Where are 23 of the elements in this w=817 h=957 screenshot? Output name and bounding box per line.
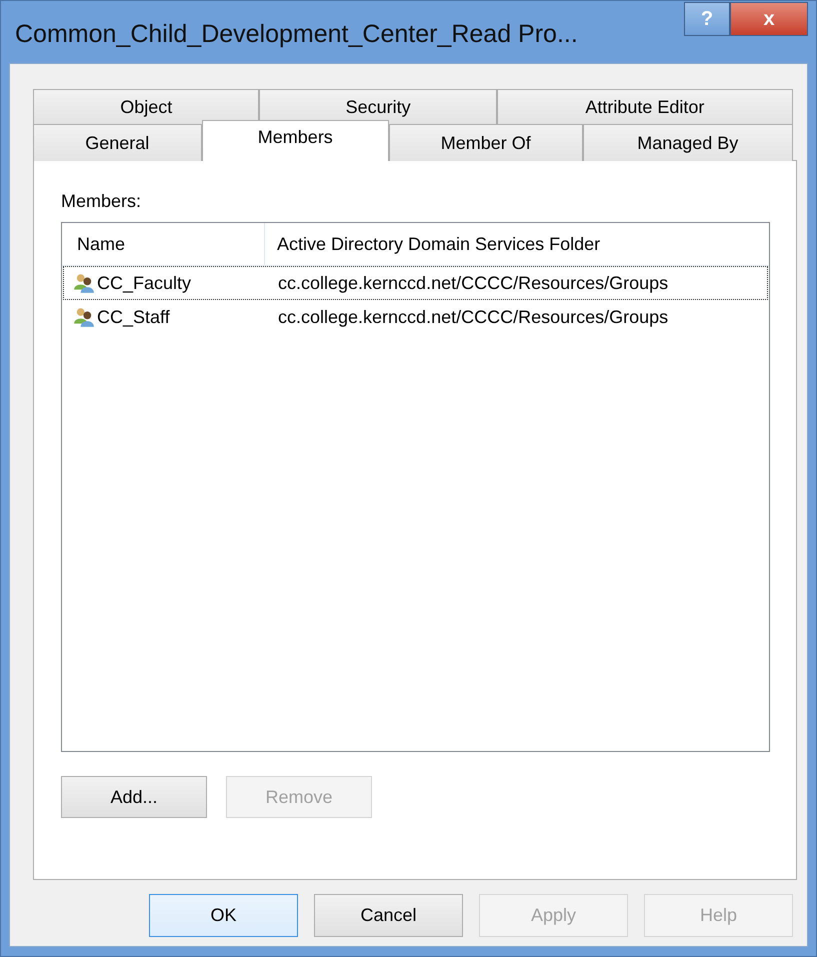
group-icon: [73, 307, 95, 327]
column-header[interactable]: Name: [62, 223, 264, 265]
tab[interactable]: Security: [259, 89, 497, 124]
dialog-button[interactable]: Cancel: [314, 894, 463, 937]
table-cell: CC_Staff: [97, 306, 170, 328]
table-cell-text: cc.college.kernccd.net/CCCC/Resources/Groups: [277, 272, 668, 294]
dialog-button[interactable]: OK: [149, 894, 298, 937]
tab[interactable]: Object: [33, 89, 260, 124]
tab[interactable]: General: [33, 124, 202, 161]
table-cell-text: cc.college.kernccd.net/CCCC/Resources/Groups: [277, 306, 668, 328]
tab[interactable]: Managed By: [582, 124, 793, 161]
tab[interactable]: Members: [202, 120, 390, 161]
close-button[interactable]: x: [730, 2, 808, 36]
column-header[interactable]: Active Directory Domain Services Folder: [264, 223, 769, 265]
table-cell: CC_Faculty: [97, 272, 192, 294]
list-row[interactable]: CC_Staff cc.college.kernccd.net/CCCC/Resources/Groups: [63, 300, 768, 334]
tab[interactable]: Member Of: [389, 124, 583, 161]
list-button[interactable]: Add...: [61, 776, 207, 818]
list-row[interactable]: CC_Faculty cc.college.kernccd.net/CCCC/Resources/Groups: [63, 266, 768, 300]
tab[interactable]: Attribute Editor: [496, 89, 793, 124]
window-title: Common_Child_Development_Center_Read Pro...: [15, 20, 578, 49]
members-label: Members:: [61, 191, 142, 212]
group-icon: [73, 273, 95, 293]
